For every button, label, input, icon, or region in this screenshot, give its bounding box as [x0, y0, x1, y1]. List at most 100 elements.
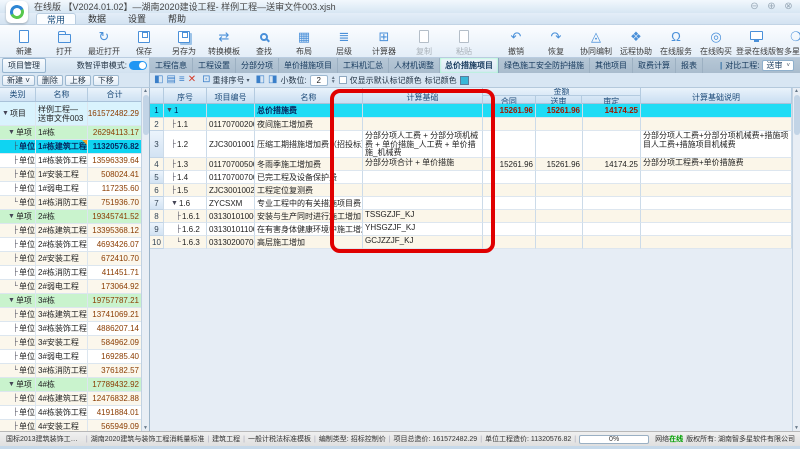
expand-arrow-icon[interactable]: ▼	[8, 213, 15, 220]
tree-row[interactable]: ├单位2#栋建筑工程13395368.12	[0, 224, 141, 238]
tree-row[interactable]: ├单位3#安装工程584962.09	[0, 336, 141, 350]
doc-tab-人材机调整[interactable]: 人材机调整	[389, 58, 440, 73]
tree-row[interactable]: ├单位4#栋装饰工程4191884.01	[0, 406, 141, 420]
menu-tab-常用[interactable]: 常用	[36, 13, 76, 24]
ribbon-button-最近打开[interactable]: ↻最近打开	[84, 26, 124, 57]
doc-tab-绿色施工安全防护措施[interactable]: 绿色施工安全防护措施	[499, 58, 590, 73]
tree-row[interactable]: ├单位4#安装工程565949.09	[0, 420, 141, 431]
grid-row[interactable]: 7▼1.6ZYCSXM专业工程中的有关措施项目费	[150, 197, 792, 210]
ribbon-button-保存[interactable]: 保存	[124, 26, 164, 57]
ribbon-button-恢复[interactable]: ↷恢复	[536, 26, 576, 57]
doc-tab-工料机汇总[interactable]: 工料机汇总	[338, 58, 389, 73]
reorder-number-button[interactable]: ⊡ 重排序号 ▾	[199, 73, 252, 87]
default-mark-color-checkbox[interactable]	[339, 76, 347, 84]
ribbon-button-协同编制[interactable]: ◬协同编制	[576, 26, 616, 57]
tree-row[interactable]: ▼单项4#栋17789432.92	[0, 378, 141, 392]
ribbon-button-层级[interactable]: ≣层级	[324, 26, 364, 57]
tree-row[interactable]: ▼项目样例工程—送审文件003161572482.29	[0, 102, 141, 126]
tree-button-下移[interactable]: 下移	[93, 75, 119, 86]
scroll-up-icon[interactable]: ▲	[143, 88, 148, 94]
tree-row[interactable]: └单位2#弱电工程173064.92	[0, 280, 141, 294]
tree-row[interactable]: ├单位2#栋装饰工程4693426.07	[0, 238, 141, 252]
doc-tab-总价措施项目[interactable]: 总价措施项目	[440, 58, 499, 73]
ribbon-button-登录在线版[interactable]: 登录在线版	[736, 26, 776, 57]
list-level-icon[interactable]: ≡	[179, 74, 185, 86]
doc-tab-报表[interactable]: 报表	[676, 58, 703, 73]
ribbon-button-在线购买[interactable]: ◎在线购买	[696, 26, 736, 57]
project-manage-tab[interactable]: 项目管理	[2, 58, 46, 73]
tree-button-上移[interactable]: 上移	[65, 75, 91, 86]
minimize-icon[interactable]: ⊖	[749, 1, 760, 12]
menu-tab-数据[interactable]: 数据	[78, 13, 116, 24]
scroll-down-icon[interactable]: ▼	[143, 425, 148, 431]
doc-tab-分部分项[interactable]: 分部分项	[236, 58, 279, 73]
menu-tab-帮助[interactable]: 帮助	[158, 13, 196, 24]
close-icon[interactable]: ⊗	[783, 1, 794, 12]
decimal-stepper[interactable]: ▲▼	[331, 76, 336, 84]
tree-row[interactable]: ├单位3#弱电工程169285.40	[0, 350, 141, 364]
tree-row[interactable]: ▼单项1#栋26294113.17	[0, 126, 141, 140]
doc-tab-其他项目[interactable]: 其他项目	[590, 58, 633, 73]
grid-row[interactable]: 4├1.3011707005001冬雨季施工增加费分部分项合计 + 单价措施15…	[150, 158, 792, 171]
shift-left-icon[interactable]: ◧	[256, 74, 265, 86]
grid-row[interactable]: 5├1.4011707007001已完工程及设备保护费	[150, 171, 792, 184]
grid-row[interactable]: 2├1.1011707002001夜间施工增加费	[150, 118, 792, 131]
grid-row[interactable]: 8├1.6.1031301010001安装与生产同时进行施工增加TSSGZJF_…	[150, 210, 792, 223]
tree-row[interactable]: ├单位1#安装工程508024.41	[0, 168, 141, 182]
tree-row[interactable]: └单位1#栋消防工程751936.70	[0, 196, 141, 210]
tree-row[interactable]: ├单位1#栋装饰工程13596339.64	[0, 154, 141, 168]
tree-button-删除[interactable]: 删除	[37, 75, 63, 86]
ribbon-button-计算器[interactable]: ⊞计算器	[364, 26, 404, 57]
scroll-thumb[interactable]	[794, 95, 800, 135]
ribbon-button-打开[interactable]: 打开	[44, 26, 84, 57]
shift-right-icon[interactable]: ◨	[268, 74, 277, 86]
tree-row[interactable]: ├单位3#栋建筑工程13741069.21	[0, 308, 141, 322]
tree-button-新建[interactable]: 新建 ˅	[2, 75, 35, 86]
doc-tab-工程信息[interactable]: 工程信息	[150, 58, 193, 73]
scroll-thumb[interactable]	[143, 95, 149, 135]
grid-row[interactable]: 9├1.6.2031301011001在有害身体健康环境中施工增加YHSGZJF…	[150, 223, 792, 236]
tree-row[interactable]: ├单位2#栋消防工程411451.71	[0, 266, 141, 280]
doc-tab-工程设置[interactable]: 工程设置	[193, 58, 236, 73]
expand-arrow-icon[interactable]: ▼	[8, 297, 15, 304]
maximize-icon[interactable]: ⊕	[766, 1, 777, 12]
tree-row[interactable]: ├单位1#栋建筑工程11320576.82	[0, 140, 141, 154]
mid-level-icon[interactable]: ▤	[166, 74, 175, 86]
expand-arrow-icon[interactable]: ▼	[8, 129, 15, 136]
scroll-up-icon[interactable]: ▲	[794, 88, 799, 94]
ribbon-button-另存为[interactable]: 另存为	[164, 26, 204, 57]
ribbon-button-查找[interactable]: 查找	[244, 26, 284, 57]
expand-arrow-icon[interactable]: ▼	[166, 107, 173, 114]
tree-row[interactable]: ├单位2#安装工程672410.70	[0, 252, 141, 266]
tree-row[interactable]: ▼单项3#栋19757787.21	[0, 294, 141, 308]
scroll-down-icon[interactable]: ▼	[794, 425, 799, 431]
tree-row[interactable]: ├单位4#栋建筑工程12476832.88	[0, 392, 141, 406]
tree-scrollbar[interactable]: ▲▼	[141, 88, 149, 431]
tree-row[interactable]: └单位3#栋消防工程376182.57	[0, 364, 141, 378]
tree-row[interactable]: ├单位1#弱电工程117235.60	[0, 182, 141, 196]
tree-row[interactable]: ▼单项2#栋19345741.52	[0, 210, 141, 224]
smart-review-toggle[interactable]	[129, 61, 147, 70]
ribbon-button-撤销[interactable]: ↶撤销	[496, 26, 536, 57]
ribbon-button-远程协助[interactable]: ❖远程协助	[616, 26, 656, 57]
expand-arrow-icon[interactable]: ▼	[2, 109, 9, 118]
mark-color-swatch[interactable]	[460, 76, 469, 85]
ribbon-button-新建[interactable]: 新建	[4, 26, 44, 57]
tree-row[interactable]: ├单位3#栋装饰工程4886207.14	[0, 322, 141, 336]
grid-row[interactable]: 1▼1总价措施费15261.9615261.9614174.25	[150, 104, 792, 118]
delete-row-icon[interactable]: ✕	[188, 74, 196, 86]
doc-tab-单价措施项目[interactable]: 单价措施项目	[279, 58, 338, 73]
ribbon-button-布局[interactable]: ▦布局	[284, 26, 324, 57]
decimal-input[interactable]: 2	[310, 75, 328, 86]
ribbon-button-智多星网站[interactable]: ❍智多星网站	[776, 26, 800, 57]
expand-arrow-icon[interactable]: ▼	[171, 200, 178, 207]
menu-tab-设置[interactable]: 设置	[118, 13, 156, 24]
expand-arrow-icon[interactable]: ▼	[8, 381, 15, 388]
doc-tab-取费计算[interactable]: 取费计算	[633, 58, 676, 73]
ribbon-button-转换模板[interactable]: ⇄转换模板	[204, 26, 244, 57]
grid-row[interactable]: 10└1.6.3031302007001高层施工增加GCJZZJF_KJ	[150, 236, 792, 249]
grid-scrollbar[interactable]: ▲▼	[792, 88, 800, 431]
grid-row[interactable]: 6├1.5ZJC3001002工程定位复测费	[150, 184, 792, 197]
expand-level-icon[interactable]: ◧	[154, 74, 163, 86]
ribbon-button-在线服务[interactable]: Ω在线服务	[656, 26, 696, 57]
